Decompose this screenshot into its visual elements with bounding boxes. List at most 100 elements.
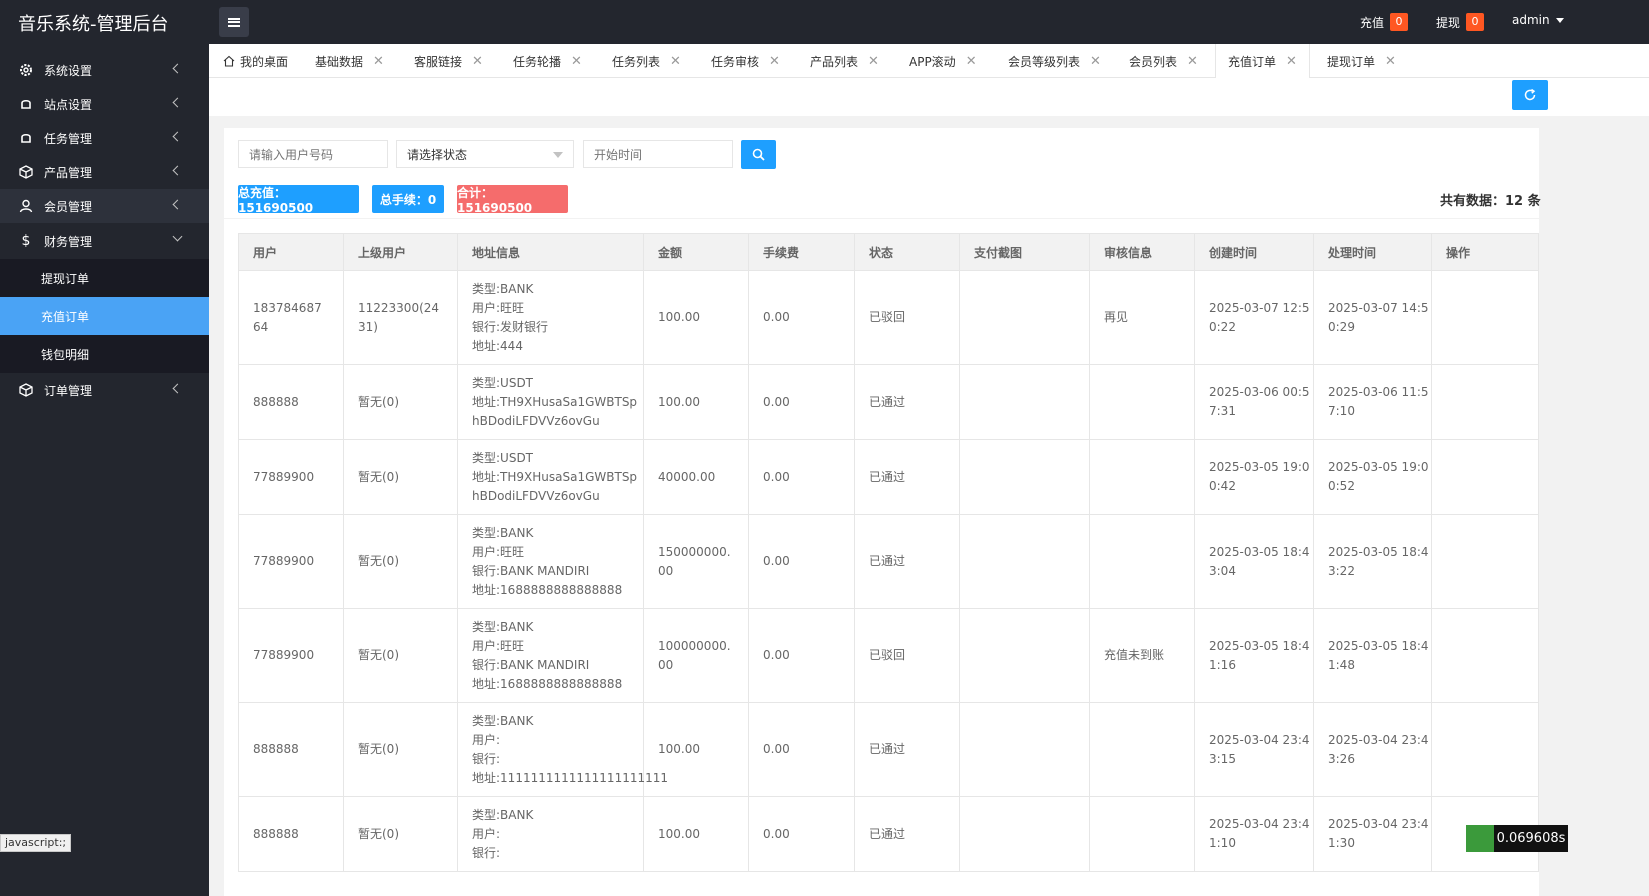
- start-time-input[interactable]: 开始时间: [583, 140, 733, 168]
- table-cell-review: 再见: [1089, 270, 1195, 365]
- tab-basic-data[interactable]: 基础数据 ✕: [315, 44, 384, 78]
- tab-label: 任务列表: [612, 54, 661, 69]
- status-select[interactable]: 请选择状态: [396, 140, 574, 168]
- table-cell-shot: [959, 439, 1090, 515]
- handled-line: 3:22: [1328, 563, 1355, 578]
- search-button[interactable]: [741, 140, 776, 169]
- created-line: 1:10: [1209, 836, 1236, 850]
- sidebar-item-system-settings[interactable]: 系统设置: [0, 53, 209, 87]
- total-count: 共有数据：12 条: [1440, 194, 1541, 209]
- sidebar-item-member-management[interactable]: 会员管理: [0, 189, 209, 223]
- chevron-left-icon: [172, 97, 183, 108]
- table-cell-status: 已通过: [854, 439, 960, 515]
- close-icon[interactable]: ✕: [1286, 54, 1297, 69]
- withdraw-notice[interactable]: 提现 0: [1436, 13, 1485, 31]
- debug-timer: 0.069608s: [1494, 825, 1568, 852]
- user-number-input[interactable]: 请输入用户号码: [238, 140, 388, 168]
- table-cell-created: 2025-03-05 18:4 3:04: [1194, 514, 1314, 609]
- tab-label: 客服链接: [414, 54, 463, 69]
- tab-label: 产品列表: [810, 54, 859, 69]
- close-icon[interactable]: ✕: [373, 54, 384, 69]
- table-cell-addr: 类型:BANK 用户:旺旺 银行:BANK MANDIRI 地址:1688888888…: [457, 514, 644, 609]
- table-cell-status: 已通过: [854, 702, 960, 797]
- table-cell-review: [1089, 702, 1195, 797]
- tab-task-carousel[interactable]: 任务轮播 ✕: [513, 44, 582, 78]
- sidebar-subitem-withdraw-orders[interactable]: 提现订单: [0, 259, 209, 297]
- close-icon[interactable]: ✕: [1090, 54, 1101, 69]
- chevron-left-icon: [172, 63, 183, 74]
- user-menu[interactable]: admin: [1512, 13, 1564, 27]
- table-header-row: 用户 上级用户 地址信息 金额 手续费 状态 支付截图 审核信息 创建时间 处理…: [238, 233, 1539, 271]
- table-cell-status: 已通过: [854, 796, 960, 872]
- table-cell-handled: 2025-03-04 23:4 3:26: [1313, 702, 1432, 797]
- tab-task-review[interactable]: 任务审核 ✕: [711, 44, 780, 78]
- addr-line: 用户:: [472, 732, 501, 747]
- created-line: 1:16: [1209, 657, 1236, 672]
- addr-line: hBDodiLFDVVz6ovGu: [472, 488, 600, 503]
- table-cell-user: 77889900: [238, 514, 344, 609]
- select-value: 请选择状态: [407, 147, 468, 162]
- addr-line: 类型:USDT: [472, 375, 534, 390]
- addr-line: 用户:旺旺: [472, 544, 525, 559]
- table-row: 77889900 暂无(0) 类型:USDT 地址:TH9XHusaSa1GWBTSp…: [238, 439, 1539, 515]
- chevron-down-icon: [172, 231, 183, 242]
- sidebar-subitem-label: 钱包明细: [41, 347, 90, 362]
- tab-member-levels[interactable]: 会员等级列表 ✕: [1008, 44, 1101, 78]
- table-cell-amount: 100.00: [643, 796, 749, 872]
- dollar-icon: $: [21, 233, 31, 249]
- tab-recharge-orders[interactable]: 充值订单 ✕: [1215, 44, 1310, 79]
- tab-product-list[interactable]: 产品列表 ✕: [810, 44, 879, 78]
- tab-app-scroll[interactable]: APP滚动 ✕: [909, 44, 977, 78]
- tab-withdraw-orders[interactable]: 提现订单 ✕: [1327, 44, 1396, 78]
- created-line: 2025-03-05 19:0: [1209, 460, 1310, 474]
- close-icon[interactable]: ✕: [966, 54, 977, 69]
- table-cell-amount: 100000000.00: [643, 608, 749, 703]
- withdraw-badge: 0: [1466, 13, 1485, 31]
- table-cell-fee: 0.00: [748, 608, 855, 703]
- sidebar-item-site-settings[interactable]: 站点设置: [0, 87, 209, 121]
- addr-line: 类型:BANK: [472, 713, 534, 728]
- addr-line: 用户:: [472, 826, 501, 841]
- username: admin: [1512, 13, 1550, 27]
- close-icon[interactable]: ✕: [868, 54, 879, 69]
- sidebar-item-product-management[interactable]: 产品管理: [0, 155, 209, 189]
- tab-my-desktop[interactable]: 我的桌面: [223, 44, 288, 78]
- close-icon[interactable]: ✕: [769, 54, 780, 69]
- table-cell-parent: 暂无(0): [343, 796, 458, 872]
- close-icon[interactable]: ✕: [1385, 54, 1396, 69]
- sidebar-item-label: 站点设置: [44, 97, 93, 112]
- cube-icon: [18, 382, 34, 398]
- sidebar-subitem-recharge-orders[interactable]: 充值订单: [0, 297, 209, 335]
- handled-line: 2025-03-04 23:4: [1328, 817, 1429, 831]
- created-line: 2025-03-05 18:4: [1209, 638, 1310, 653]
- tab-member-list[interactable]: 会员列表 ✕: [1129, 44, 1198, 78]
- recharge-notice[interactable]: 充值 0: [1360, 13, 1409, 31]
- addr-line: 银行:BANK MANDIRI: [472, 563, 590, 578]
- column-header: 金额: [643, 233, 749, 271]
- addr-line: 地址:TH9XHusaSa1GWBTSp: [472, 394, 638, 409]
- close-icon[interactable]: ✕: [670, 54, 681, 69]
- table-cell-created: 2025-03-04 23:4 3:15: [1194, 702, 1314, 797]
- refresh-button[interactable]: [1512, 80, 1548, 110]
- table-row: 888888 暂无(0) 类型:BANK 用户: 银行: 地址:1111111111111…: [238, 702, 1539, 797]
- sidebar-item-label: 系统设置: [44, 63, 93, 78]
- toolbar-strip: [209, 78, 1649, 116]
- top-bar: 音乐系统-管理后台 充值 0 提现 0 admin: [0, 0, 1649, 44]
- table-row: 888888 暂无(0) 类型:USDT 地址:TH9XHusaSa1GWBTSp hB…: [238, 364, 1539, 440]
- table-cell-handled: 2025-03-05 19:0 0:52: [1313, 439, 1432, 515]
- close-icon[interactable]: ✕: [571, 54, 582, 69]
- addr-line: 地址:444: [472, 338, 523, 353]
- close-icon[interactable]: ✕: [472, 54, 483, 69]
- tab-task-list[interactable]: 任务列表 ✕: [612, 44, 681, 78]
- sidebar-item-task-management[interactable]: 任务管理: [0, 121, 209, 155]
- sidebar-subitem-wallet-details[interactable]: 钱包明细: [0, 335, 209, 373]
- table-cell-review: [1089, 364, 1195, 440]
- sidebar-item-finance-management[interactable]: $ 财务管理: [0, 224, 209, 258]
- total-fee-badge: 总手续：0: [372, 185, 444, 213]
- sidebar-item-order-management[interactable]: 订单管理: [0, 373, 209, 407]
- menu-toggle-button[interactable]: [219, 7, 249, 37]
- status-bar-link: javascript:;: [0, 834, 72, 852]
- addr-line: 类型:BANK: [472, 807, 534, 822]
- close-icon[interactable]: ✕: [1187, 54, 1198, 69]
- tab-service-links[interactable]: 客服链接 ✕: [414, 44, 483, 78]
